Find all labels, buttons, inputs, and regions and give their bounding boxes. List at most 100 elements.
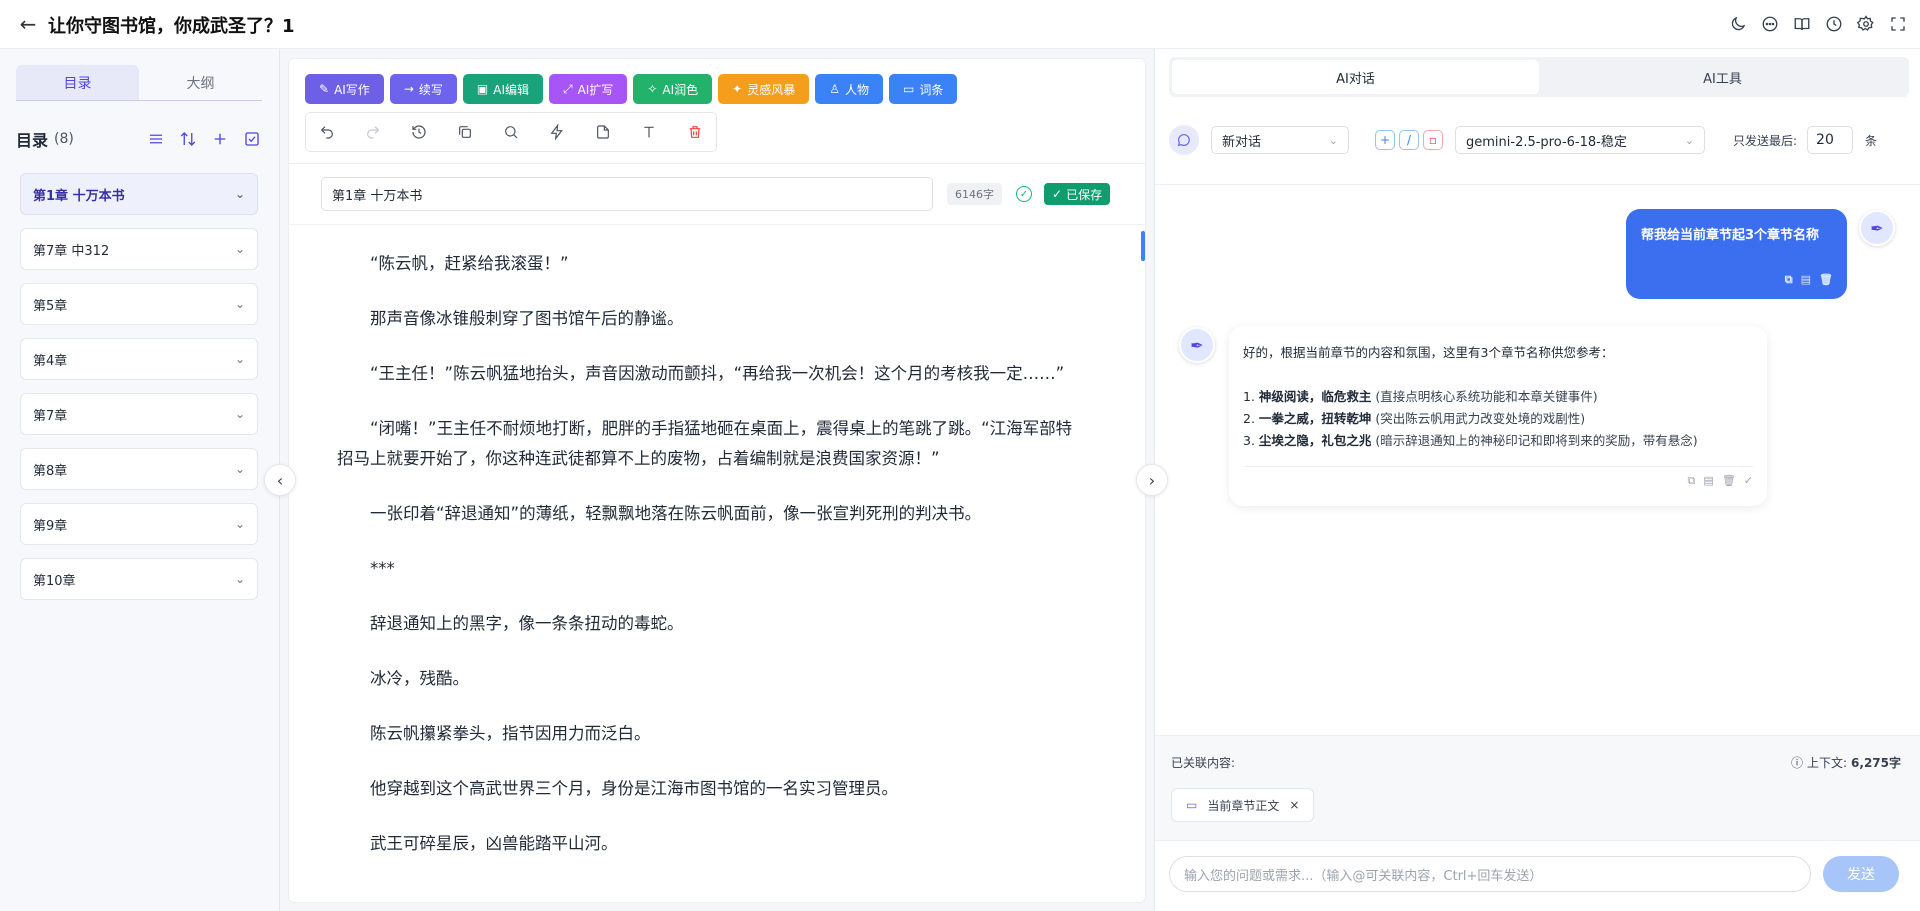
chapter-title-row: 6146字 ✓ ✓已保存 [321,177,1121,211]
ai-expand-button[interactable]: ⤢ AI扩写 [548,74,628,104]
trash-icon[interactable] [682,119,708,145]
chapter-item[interactable]: 第4章 ⌄ [20,338,258,380]
ai-panel: AI对话 AI工具 新对话 ⌄ + / ▫ gemini-2.5-pro-6-18… [1154,49,1920,911]
chevron-down-icon[interactable]: ⌄ [235,297,245,311]
context-chip[interactable]: ▭ 当前章节正文 × [1171,788,1315,822]
send-button[interactable]: 发送 [1823,856,1899,892]
tab-outline[interactable]: 大纲 [139,65,262,100]
redo-icon[interactable] [360,119,386,145]
list-icon[interactable] [146,129,166,149]
chapter-content[interactable]: “陈云帆，赶紧给我滚蛋！” 那声音像冰锥般刺穿了图书馆午后的静谧。 “王主任！”… [337,249,1087,884]
toc-count: (8) [54,131,74,147]
chapter-item[interactable]: 第7章 中312 ⌄ [20,228,258,270]
gear-icon[interactable] [1854,12,1878,36]
unit-label: 条 [1865,133,1878,148]
text-format-icon[interactable] [636,119,662,145]
paragraph: 冰冷，残酷。 [370,669,469,688]
paragraph: 他穿越到这个高武世界三个月，身份是江海市图书馆的一名实习管理员。 [370,779,898,798]
chevron-down-icon[interactable]: ⌄ [235,187,245,201]
ai-edit-button[interactable]: ▣ AI编辑 [462,74,543,104]
divider [1155,184,1920,185]
send-last-label: 只发送最后: [1733,133,1798,148]
chapter-item[interactable]: 第8章 ⌄ [20,448,258,490]
model-select[interactable]: gemini-2.5-pro-6-18-稳定 ⌄ [1455,126,1705,154]
remove-chip-icon[interactable]: × [1289,798,1299,812]
chevron-down-icon[interactable]: ⌄ [235,242,245,256]
chapter-title-input[interactable] [321,177,933,211]
file-export-icon[interactable] [590,119,616,145]
context-area: 已关联内容: ⓘ 上下文: 6,275字 ▭ 当前章节正文 × [1155,735,1920,841]
chevron-down-icon[interactable]: ⌄ [235,352,245,366]
ai-polish-button[interactable]: ✧ AI润色 [633,74,713,104]
book-icon[interactable] [1790,12,1814,36]
save-icon[interactable]: ▤ [1703,470,1713,492]
chapter-item[interactable]: 第5章 ⌄ [20,283,258,325]
collapse-panel-button[interactable]: › [1136,464,1168,496]
chat-input[interactable]: 输入您的问题或需求...（输入@可关联内容，Ctrl+回车发送） [1169,856,1811,892]
scrollbar-thumb[interactable] [1141,231,1145,261]
clock-icon[interactable] [1822,12,1846,36]
undo-icon[interactable] [314,119,340,145]
tab-ai-tools[interactable]: AI工具 [1539,60,1906,94]
chapter-label: 第7章 [33,408,68,424]
chapter-item[interactable]: 第10章 ⌄ [20,558,258,600]
check-icon: ✓ [1052,187,1063,201]
paragraph: “陈云帆，赶紧给我滚蛋！” [370,254,569,273]
suggestion-item: 3. 尘埃之隐，礼包之兆 (暗示辞退通知上的神秘印记和即将到来的奖励，带有悬念) [1243,433,1698,448]
sort-icon[interactable] [178,129,198,149]
save-icon[interactable]: ▤ [1801,273,1811,287]
trash-icon[interactable]: 🗑 [1722,470,1736,492]
add-chapter-icon[interactable] [210,129,230,149]
copy-icon[interactable]: ⧉ [1688,470,1696,492]
collapse-sidebar-button[interactable]: ‹ [264,464,296,496]
suggestion-item: 2. 一拳之威，扭转乾坤 (突出陈云帆用武力改变处境的戏剧性) [1243,411,1586,426]
context-size: ⓘ 上下文: 6,275字 [1790,756,1901,770]
trash-icon[interactable]: 🗑 [1819,273,1833,287]
divider [1243,466,1753,467]
continue-write-button[interactable]: → 续写 [389,74,457,104]
moon-icon[interactable] [1726,12,1750,36]
send-last-input[interactable]: 20 [1807,126,1854,154]
glossary-button[interactable]: ▭ 词条 [889,74,958,104]
chevron-down-icon[interactable]: ⌄ [235,407,245,421]
book-open-icon: ▭ [903,82,915,96]
pen-icon: ✎ [319,82,330,96]
delete-conversation-button[interactable]: ▫ [1423,130,1443,150]
lightning-icon[interactable] [544,119,570,145]
chevron-down-icon[interactable]: ⌄ [235,462,245,476]
chat-icon[interactable] [1758,12,1782,36]
paragraph: *** [370,559,395,578]
chevron-down-icon[interactable]: ⌄ [235,572,245,586]
user-message-text: 帮我给当前章节起3个章节名称 [1641,228,1820,243]
edit-conversation-button[interactable]: / [1399,130,1419,150]
chapter-item[interactable]: 第1章 十万本书 ⌄ [20,173,258,215]
search-icon[interactable] [498,119,524,145]
edit-toolbar [305,112,717,152]
tab-toc[interactable]: 目录 [16,65,139,100]
ai-write-button[interactable]: ✎ AI写作 [305,74,384,104]
chapter-item[interactable]: 第7章 ⌄ [20,393,258,435]
copy-icon[interactable] [452,119,478,145]
sidebar-tabs: 目录 大纲 [16,65,262,101]
brainstorm-button[interactable]: ✦ 灵感风暴 [718,74,810,104]
context-label: 已关联内容: [1171,756,1236,770]
chat-input-row: 输入您的问题或需求...（输入@可关联内容，Ctrl+回车发送） 发送 [1169,856,1909,892]
fullscreen-icon[interactable] [1886,12,1910,36]
checkbox-icon[interactable] [242,129,262,149]
paragraph: “闭嘴！”王主任不耐烦地打断，肥胖的手指猛地砸在桌面上，震得桌上的笔跳了跳。“江… [337,419,1073,468]
chapter-item[interactable]: 第9章 ⌄ [20,503,258,545]
chapter-sidebar: 目录 大纲 目录 (8) 第1章 十万本书 ⌄ 第7章 中312 ⌄ 第5章 ⌄ 第4… [0,49,280,911]
conversation-select[interactable]: 新对话 ⌄ [1211,126,1349,154]
characters-button[interactable]: ♙ 人物 [815,74,884,104]
chevron-down-icon[interactable]: ⌄ [235,517,245,531]
chat-bubble-icon[interactable] [1169,125,1199,155]
suggestion-item: 1. 神级阅读，临危救主 (直接点明核心系统功能和本章关键事件) [1243,389,1598,404]
history-icon[interactable] [406,119,432,145]
check-icon[interactable]: ✓ [1744,470,1753,492]
copy-icon[interactable]: ⧉ [1785,273,1793,287]
back-arrow-icon[interactable]: ← [16,12,40,36]
tab-ai-chat[interactable]: AI对话 [1172,60,1539,94]
saved-badge: ✓ 已保存 [1044,183,1111,205]
new-conversation-button[interactable]: + [1375,130,1395,150]
chapter-label: 第5章 [33,298,68,314]
